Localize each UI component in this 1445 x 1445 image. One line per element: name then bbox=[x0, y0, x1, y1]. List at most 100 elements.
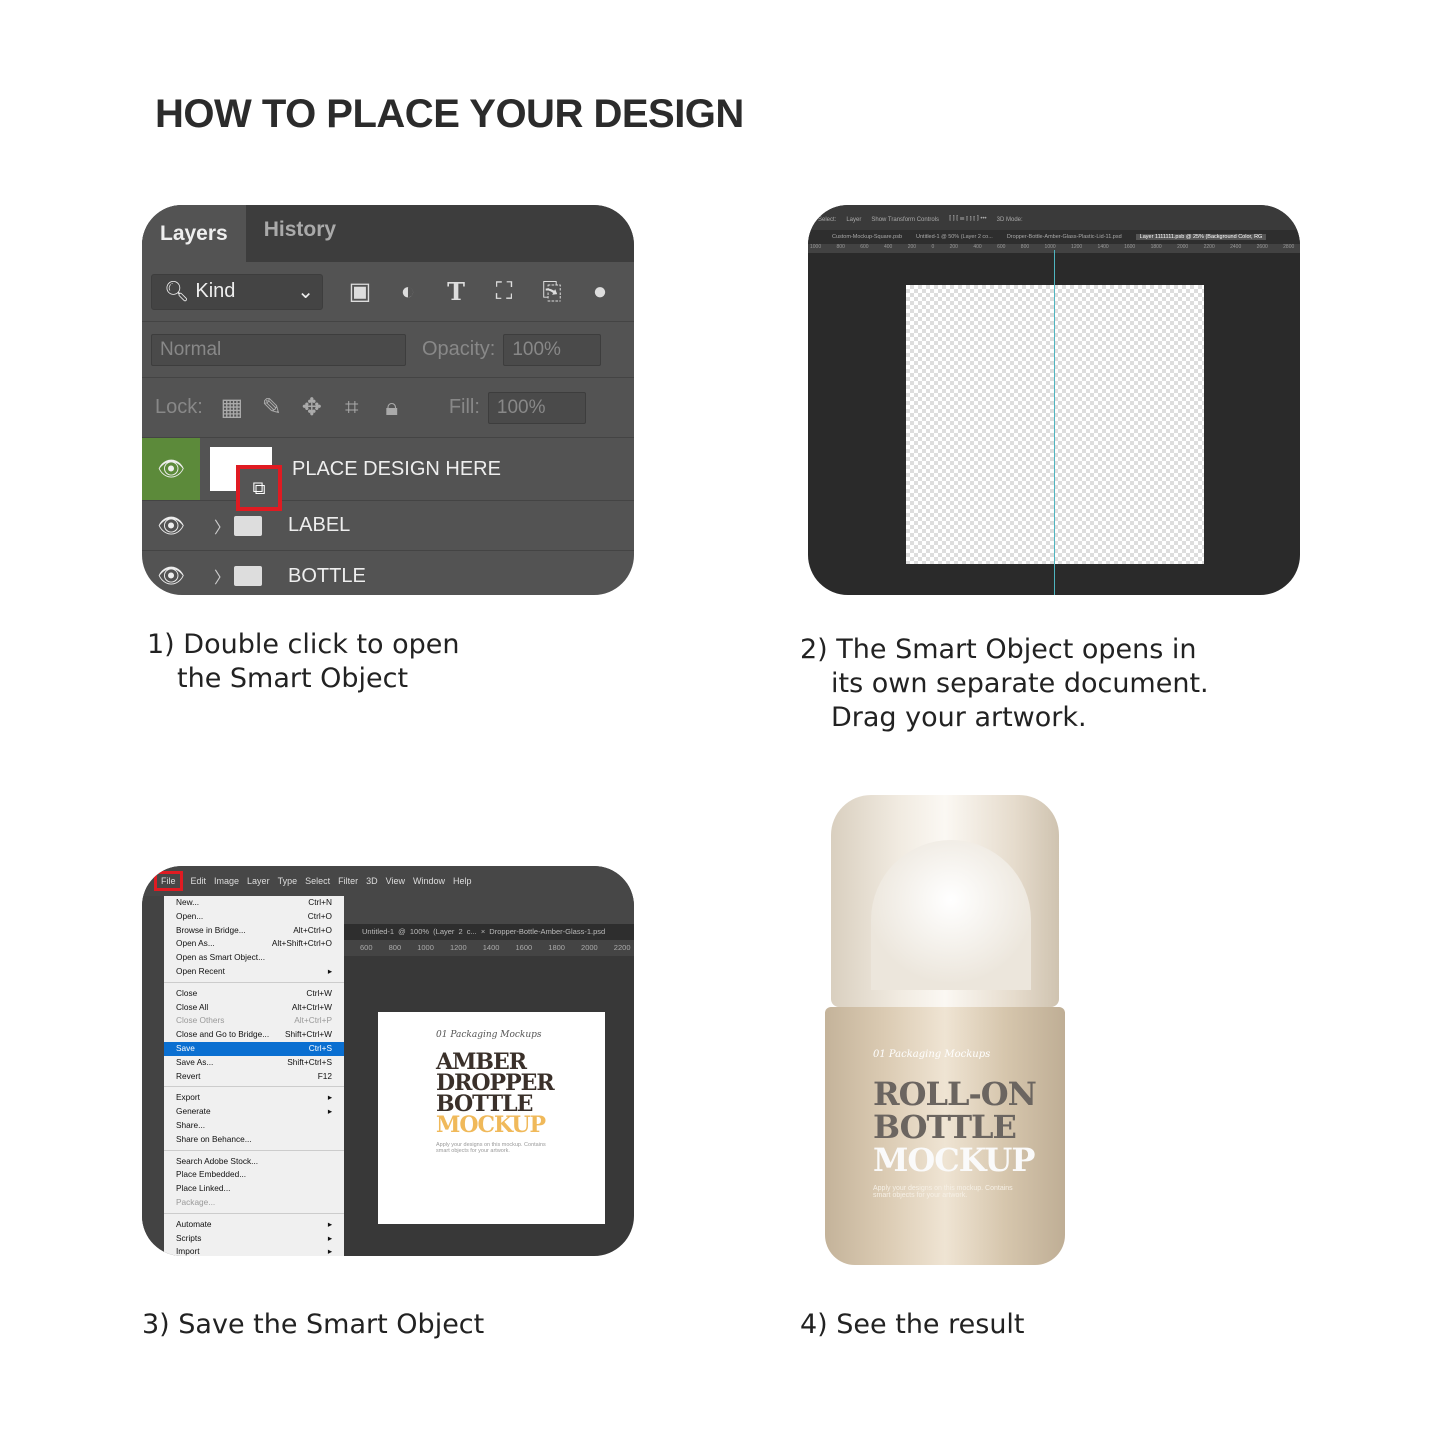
file-menu-screenshot: File Edit Image Layer Type Select Filter 3D View… bbox=[142, 866, 634, 1256]
filter-toggle-icon[interactable]: ● bbox=[587, 278, 613, 305]
caption-line: Drag your artwork. bbox=[831, 702, 1087, 733]
menu-help[interactable]: Help bbox=[453, 876, 472, 886]
menu-item-shortcut: ▸ bbox=[327, 1092, 332, 1103]
layers-panel-screenshot: Layers History 🔍︎ Kind ⌄ ▣ ◐ T ⛶ ⎘ ● Norma… bbox=[142, 205, 634, 595]
document-tab[interactable]: Dropper-Bottle-Amber-Glass-Plastic-Lid-1… bbox=[1007, 234, 1122, 240]
fill-field[interactable]: 100% bbox=[487, 391, 586, 424]
document-tab[interactable]: Untitled-1 @ 50% (Layer 2 co... bbox=[916, 234, 993, 240]
menu-item-share-on-behance[interactable]: Share on Behance... bbox=[164, 1133, 344, 1147]
tab-layers[interactable]: Layers bbox=[142, 205, 246, 262]
expand-chevron-icon[interactable]: 〉 bbox=[214, 564, 230, 588]
menu-select[interactable]: Select bbox=[305, 876, 330, 886]
align-icons[interactable]: ⫿ ⫿ ⫿ ☰ ⫾ ⫾ ⫾ ⫿ ••• bbox=[949, 216, 987, 223]
menu-edit[interactable]: Edit bbox=[191, 876, 207, 886]
layer-row-bottle[interactable]: 👁︎ 〉 BOTTLE bbox=[142, 551, 634, 595]
layer-name: PLACE DESIGN HERE bbox=[292, 457, 501, 480]
menu-item-shortcut: Ctrl+W bbox=[306, 987, 332, 998]
menu-item-save[interactable]: Save Ctrl+S bbox=[164, 1041, 344, 1056]
menu-item-place-linked[interactable]: Place Linked... bbox=[164, 1182, 344, 1196]
artboard-icon[interactable]: ⌗ bbox=[339, 394, 365, 421]
caption-line: its own separate document. bbox=[831, 668, 1209, 699]
type-filter-icon[interactable]: T bbox=[443, 278, 469, 305]
eye-icon[interactable]: 👁︎ bbox=[142, 501, 200, 550]
layer-select[interactable]: Layer bbox=[846, 217, 861, 223]
blend-mode-select[interactable]: Normal bbox=[151, 333, 406, 366]
layer-name: LABEL bbox=[288, 514, 351, 536]
menu-item-close-all[interactable]: Close All Alt+Ctrl+W bbox=[164, 1001, 344, 1015]
ruler: 600 800 1000 1200 1400 1600 1800 2000 22… bbox=[344, 940, 634, 956]
smart-object-filter-icon[interactable]: ⎘ bbox=[539, 278, 565, 305]
menu-item-shortcut: Shift+Ctrl+S bbox=[287, 1056, 332, 1067]
menu-image[interactable]: Image bbox=[214, 876, 239, 886]
menu-item-label: Close Others bbox=[176, 1015, 225, 1026]
menu-item-export[interactable]: Export ▸ bbox=[164, 1091, 344, 1105]
menu-item-label: Open as Smart Object... bbox=[176, 952, 265, 963]
menu-item-label: Close bbox=[176, 987, 198, 998]
toolbox[interactable] bbox=[142, 896, 164, 1256]
menu-item-import[interactable]: Import ▸ bbox=[164, 1245, 344, 1256]
menu-item-shortcut: Alt+Shift+Ctrl+O bbox=[271, 938, 332, 949]
eye-icon[interactable]: 👁︎ bbox=[142, 438, 200, 500]
document-tabs[interactable]: Untitled-1 @ 100% (Layer 2 c... × Droppe… bbox=[344, 924, 634, 940]
layer-row-label[interactable]: 👁︎ 〉 LABEL bbox=[142, 501, 634, 551]
caption-line: 4) See the result bbox=[800, 1309, 1025, 1340]
image-filter-icon[interactable]: ▣ bbox=[347, 278, 373, 305]
menu-item-place-embedded[interactable]: Place Embedded... bbox=[164, 1168, 344, 1182]
menu-item-generate[interactable]: Generate ▸ bbox=[164, 1105, 344, 1119]
menu-window[interactable]: Window bbox=[413, 876, 445, 886]
step-2-caption: 2) The Smart Object opens in its own sep… bbox=[800, 633, 1209, 735]
menu-separator bbox=[164, 981, 344, 983]
menu-item-scripts[interactable]: Scripts ▸ bbox=[164, 1232, 344, 1246]
menu-item-search-adobe-stock[interactable]: Search Adobe Stock... bbox=[164, 1155, 344, 1169]
show-transform-controls[interactable]: Show Transform Controls bbox=[871, 217, 939, 223]
menu-item-new[interactable]: New... Ctrl+N bbox=[164, 896, 344, 910]
tab-history[interactable]: History bbox=[246, 205, 354, 262]
lock-icon[interactable]: 🔒︎ bbox=[379, 394, 405, 421]
menu-item-browse-in-bridge[interactable]: Browse in Bridge... Alt+Ctrl+O bbox=[164, 924, 344, 938]
menu-item-automate[interactable]: Automate ▸ bbox=[164, 1218, 344, 1232]
move-icon[interactable]: ✥ bbox=[299, 394, 325, 421]
shape-filter-icon[interactable]: ⛶ bbox=[491, 278, 517, 305]
document-tab-active[interactable]: Layer 1111111.psb @ 25% (Background Colo… bbox=[1135, 234, 1267, 240]
menu-filter[interactable]: Filter bbox=[338, 876, 358, 886]
brush-icon[interactable]: ✎ bbox=[259, 394, 285, 421]
menu-item-shortcut: Ctrl+N bbox=[308, 897, 332, 907]
menu-item-open-recent[interactable]: Open Recent ▸ bbox=[164, 965, 344, 979]
menu-item-label: Place Linked... bbox=[176, 1183, 231, 1194]
menu-item-save-as[interactable]: Save As... Shift+Ctrl+S bbox=[164, 1056, 344, 1070]
menu-item-open[interactable]: Open... Ctrl+O bbox=[164, 910, 344, 924]
auto-select-label: Select: bbox=[818, 216, 837, 223]
menu-item-open-as-smart-object[interactable]: Open as Smart Object... bbox=[164, 951, 344, 965]
adjustment-filter-icon[interactable]: ◐ bbox=[395, 278, 421, 305]
expand-chevron-icon[interactable]: 〉 bbox=[214, 514, 230, 538]
transparent-canvas[interactable] bbox=[906, 285, 1204, 564]
guide-line bbox=[1054, 250, 1055, 595]
menu-item-close[interactable]: Close Ctrl+W bbox=[164, 987, 344, 1001]
menu-layer[interactable]: Layer bbox=[247, 876, 270, 886]
menu-item-label: Close and Go to Bridge... bbox=[176, 1029, 270, 1040]
label-script-text: 01 Packaging Mockups bbox=[873, 1049, 991, 1060]
menu-item-close-others: Close Others Alt+Ctrl+P bbox=[164, 1014, 344, 1028]
opacity-field[interactable]: 100% bbox=[503, 333, 602, 366]
doc-subtext: Apply your designs on this mockup. Conta… bbox=[436, 1142, 546, 1154]
menu-item-share[interactable]: Share... bbox=[164, 1119, 344, 1133]
layer-row-place-design[interactable]: 👁︎ ⧉ PLACE DESIGN HERE bbox=[142, 438, 634, 511]
kind-filter-select[interactable]: 🔍︎ Kind ⌄ bbox=[151, 273, 323, 310]
lock-transparency-icon[interactable]: ▦ bbox=[219, 394, 245, 421]
menu-item-close-and-go-to-bridge[interactable]: Close and Go to Bridge... Shift+Ctrl+W bbox=[164, 1028, 344, 1042]
menu-item-label: Save bbox=[176, 1042, 195, 1053]
menu-item-shortcut: ▸ bbox=[327, 1218, 332, 1229]
menu-item-open-as[interactable]: Open As... Alt+Shift+Ctrl+O bbox=[164, 937, 344, 951]
step-4-caption: 4) See the result bbox=[800, 1308, 1025, 1342]
eye-icon[interactable]: 👁︎ bbox=[142, 551, 200, 595]
bottle-label: 01 Packaging Mockups ROLL-ON BOTTLE MOCK… bbox=[825, 1007, 1065, 1265]
document-tab[interactable]: Custom-Mockup-Square.psb bbox=[832, 234, 902, 240]
menu-3d[interactable]: 3D bbox=[366, 876, 378, 886]
menu-view[interactable]: View bbox=[386, 876, 405, 886]
smart-object-document-screenshot: Select: Layer Show Transform Controls ⫿ … bbox=[808, 205, 1300, 595]
menu-item-label: Close All bbox=[176, 1001, 209, 1012]
menu-type[interactable]: Type bbox=[278, 876, 298, 886]
menu-file[interactable]: File bbox=[154, 871, 183, 891]
file-menu: New... Ctrl+N Open... Ctrl+O Browse in Bridg… bbox=[164, 896, 344, 1256]
menu-item-revert[interactable]: Revert F12 bbox=[164, 1070, 344, 1084]
